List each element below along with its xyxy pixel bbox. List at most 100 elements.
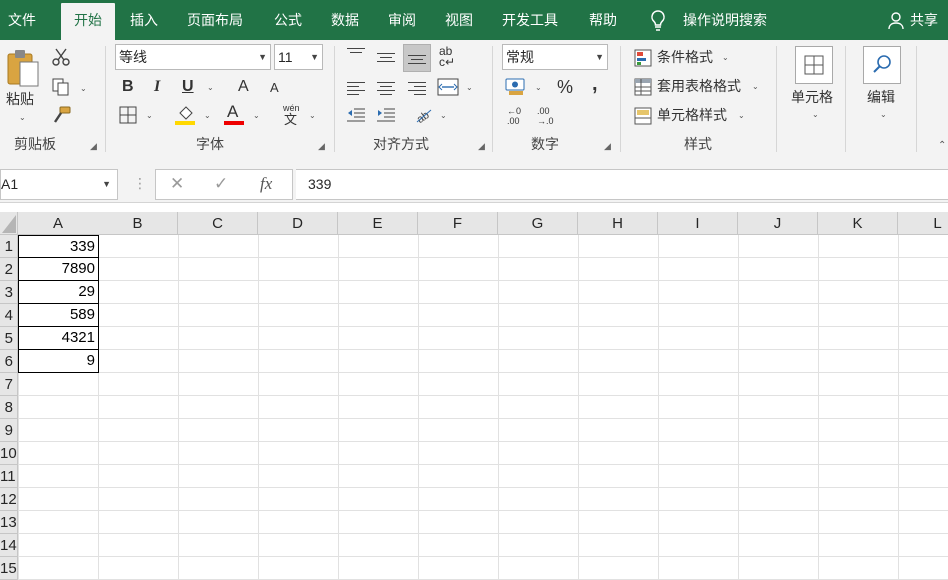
column-header-a[interactable]: A	[18, 212, 99, 235]
cell-styles-icon[interactable]	[634, 107, 652, 128]
share-button[interactable]: 共享	[910, 0, 938, 40]
row-header-12[interactable]: 12	[0, 488, 18, 511]
orientation-icon[interactable]: ab	[413, 104, 433, 127]
merge-center-icon[interactable]	[437, 78, 459, 99]
row-header-6[interactable]: 6	[0, 350, 18, 373]
cell-styles-dropdown-icon[interactable]: ⌄	[738, 111, 745, 120]
number-launcher-icon[interactable]: ◢	[604, 141, 611, 152]
cells-button[interactable]: 单元格	[791, 90, 833, 104]
number-format-select[interactable]: 常规 ▼	[502, 44, 608, 70]
tell-me-search[interactable]: 操作说明搜索	[683, 0, 767, 40]
align-left-icon[interactable]	[347, 82, 365, 98]
column-header-l[interactable]: L	[898, 212, 948, 235]
table-format-button[interactable]: 套用表格格式	[657, 79, 741, 93]
font-name-select[interactable]: 等线 ▼	[115, 44, 271, 70]
tab-insert[interactable]: 插入	[130, 0, 158, 40]
column-header-h[interactable]: H	[578, 212, 658, 235]
editing-button[interactable]: 编辑	[867, 90, 895, 104]
copy-dropdown-icon[interactable]: ⌄	[80, 84, 87, 93]
row-header-7[interactable]: 7	[0, 373, 18, 396]
conditional-format-dropdown-icon[interactable]: ⌄	[722, 53, 729, 62]
row-header-4[interactable]: 4	[0, 304, 18, 327]
conditional-format-icon[interactable]	[634, 49, 652, 70]
row-header-8[interactable]: 8	[0, 396, 18, 419]
table-format-icon[interactable]	[634, 78, 652, 99]
search-icon[interactable]	[863, 46, 901, 84]
align-middle-icon[interactable]	[377, 53, 395, 65]
tab-developer[interactable]: 开发工具	[502, 0, 558, 40]
font-launcher-icon[interactable]: ◢	[318, 141, 325, 152]
formula-input[interactable]: 339	[296, 169, 948, 200]
row-header-14[interactable]: 14	[0, 534, 18, 557]
cell-a4[interactable]: 589	[18, 303, 99, 327]
column-header-k[interactable]: K	[818, 212, 898, 235]
merge-dropdown-icon[interactable]: ⌄	[466, 83, 473, 92]
align-top-icon[interactable]	[347, 48, 365, 60]
increase-indent-icon[interactable]	[376, 107, 396, 126]
decrease-decimal-button[interactable]: .00 →.0	[537, 106, 554, 126]
row-header-13[interactable]: 13	[0, 511, 18, 534]
copy-icon[interactable]	[52, 78, 70, 99]
enter-icon[interactable]: ✓	[214, 174, 228, 194]
clipboard-launcher-icon[interactable]: ◢	[90, 141, 97, 152]
cell-a3[interactable]: 29	[18, 280, 99, 304]
accounting-format-icon[interactable]	[505, 76, 527, 99]
table-format-dropdown-icon[interactable]: ⌄	[752, 82, 759, 91]
increase-decimal-button[interactable]: ←0.00	[507, 106, 521, 126]
row-header-15[interactable]: 15	[0, 557, 18, 580]
shrink-font-button[interactable]: A	[270, 81, 279, 94]
cell-a6[interactable]: 9	[18, 349, 99, 373]
cell-styles-button[interactable]: 单元格样式	[657, 108, 727, 122]
border-dropdown-icon[interactable]: ⌄	[146, 111, 153, 120]
drag-handle-icon[interactable]: ⋮	[133, 175, 147, 192]
italic-button[interactable]: I	[154, 79, 160, 95]
tab-help[interactable]: 帮助	[589, 0, 617, 40]
name-box[interactable]: A1 ▼	[0, 169, 118, 200]
alignment-launcher-icon[interactable]: ◢	[478, 141, 485, 152]
font-color-button[interactable]: A	[227, 103, 238, 120]
tab-formulas[interactable]: 公式	[274, 0, 302, 40]
column-header-g[interactable]: G	[498, 212, 578, 235]
select-all-corner[interactable]	[0, 212, 18, 235]
paste-icon[interactable]	[6, 48, 40, 91]
cell-area[interactable]	[18, 235, 948, 580]
font-color-dropdown-icon[interactable]: ⌄	[253, 111, 260, 120]
decrease-indent-icon[interactable]	[346, 107, 366, 126]
column-header-b[interactable]: B	[98, 212, 178, 235]
tab-data[interactable]: 数据	[331, 0, 359, 40]
underline-button[interactable]: U	[182, 79, 194, 95]
underline-dropdown-icon[interactable]: ⌄	[207, 83, 214, 92]
conditional-format-button[interactable]: 条件格式	[657, 50, 713, 64]
row-header-11[interactable]: 11	[0, 465, 18, 488]
phonetic-dropdown-icon[interactable]: ⌄	[309, 111, 316, 120]
tab-file[interactable]: 文件	[8, 0, 36, 40]
cancel-icon[interactable]: ✕	[170, 174, 184, 194]
column-header-e[interactable]: E	[338, 212, 418, 235]
comma-button[interactable]: ,	[592, 74, 598, 94]
cells-dropdown-icon[interactable]: ⌄	[812, 110, 819, 119]
align-center-icon[interactable]	[377, 82, 395, 98]
cut-icon[interactable]	[52, 48, 70, 69]
insert-function-icon[interactable]: fx	[260, 174, 272, 194]
tab-review[interactable]: 审阅	[388, 0, 416, 40]
row-header-5[interactable]: 5	[0, 327, 18, 350]
tab-home[interactable]: 开始	[61, 3, 115, 40]
align-right-icon[interactable]	[408, 82, 426, 98]
row-header-1[interactable]: 1	[0, 235, 18, 258]
column-header-c[interactable]: C	[178, 212, 258, 235]
fill-color-dropdown-icon[interactable]: ⌄	[204, 111, 211, 120]
cell-a1[interactable]: 339	[18, 235, 99, 259]
tab-page-layout[interactable]: 页面布局	[187, 0, 243, 40]
paste-dropdown-icon[interactable]: ⌄	[19, 113, 26, 122]
border-icon[interactable]	[119, 106, 137, 127]
collapse-ribbon-icon[interactable]: ⌃	[938, 140, 946, 151]
cell-a2[interactable]: 7890	[18, 257, 99, 281]
row-header-2[interactable]: 2	[0, 258, 18, 281]
bold-button[interactable]: B	[122, 79, 134, 95]
row-header-3[interactable]: 3	[0, 281, 18, 304]
accounting-dropdown-icon[interactable]: ⌄	[535, 83, 542, 92]
editing-dropdown-icon[interactable]: ⌄	[880, 110, 887, 119]
column-header-d[interactable]: D	[258, 212, 338, 235]
paste-button[interactable]: 粘贴	[6, 92, 34, 106]
wrap-text-icon[interactable]: ab c↵	[439, 45, 455, 68]
